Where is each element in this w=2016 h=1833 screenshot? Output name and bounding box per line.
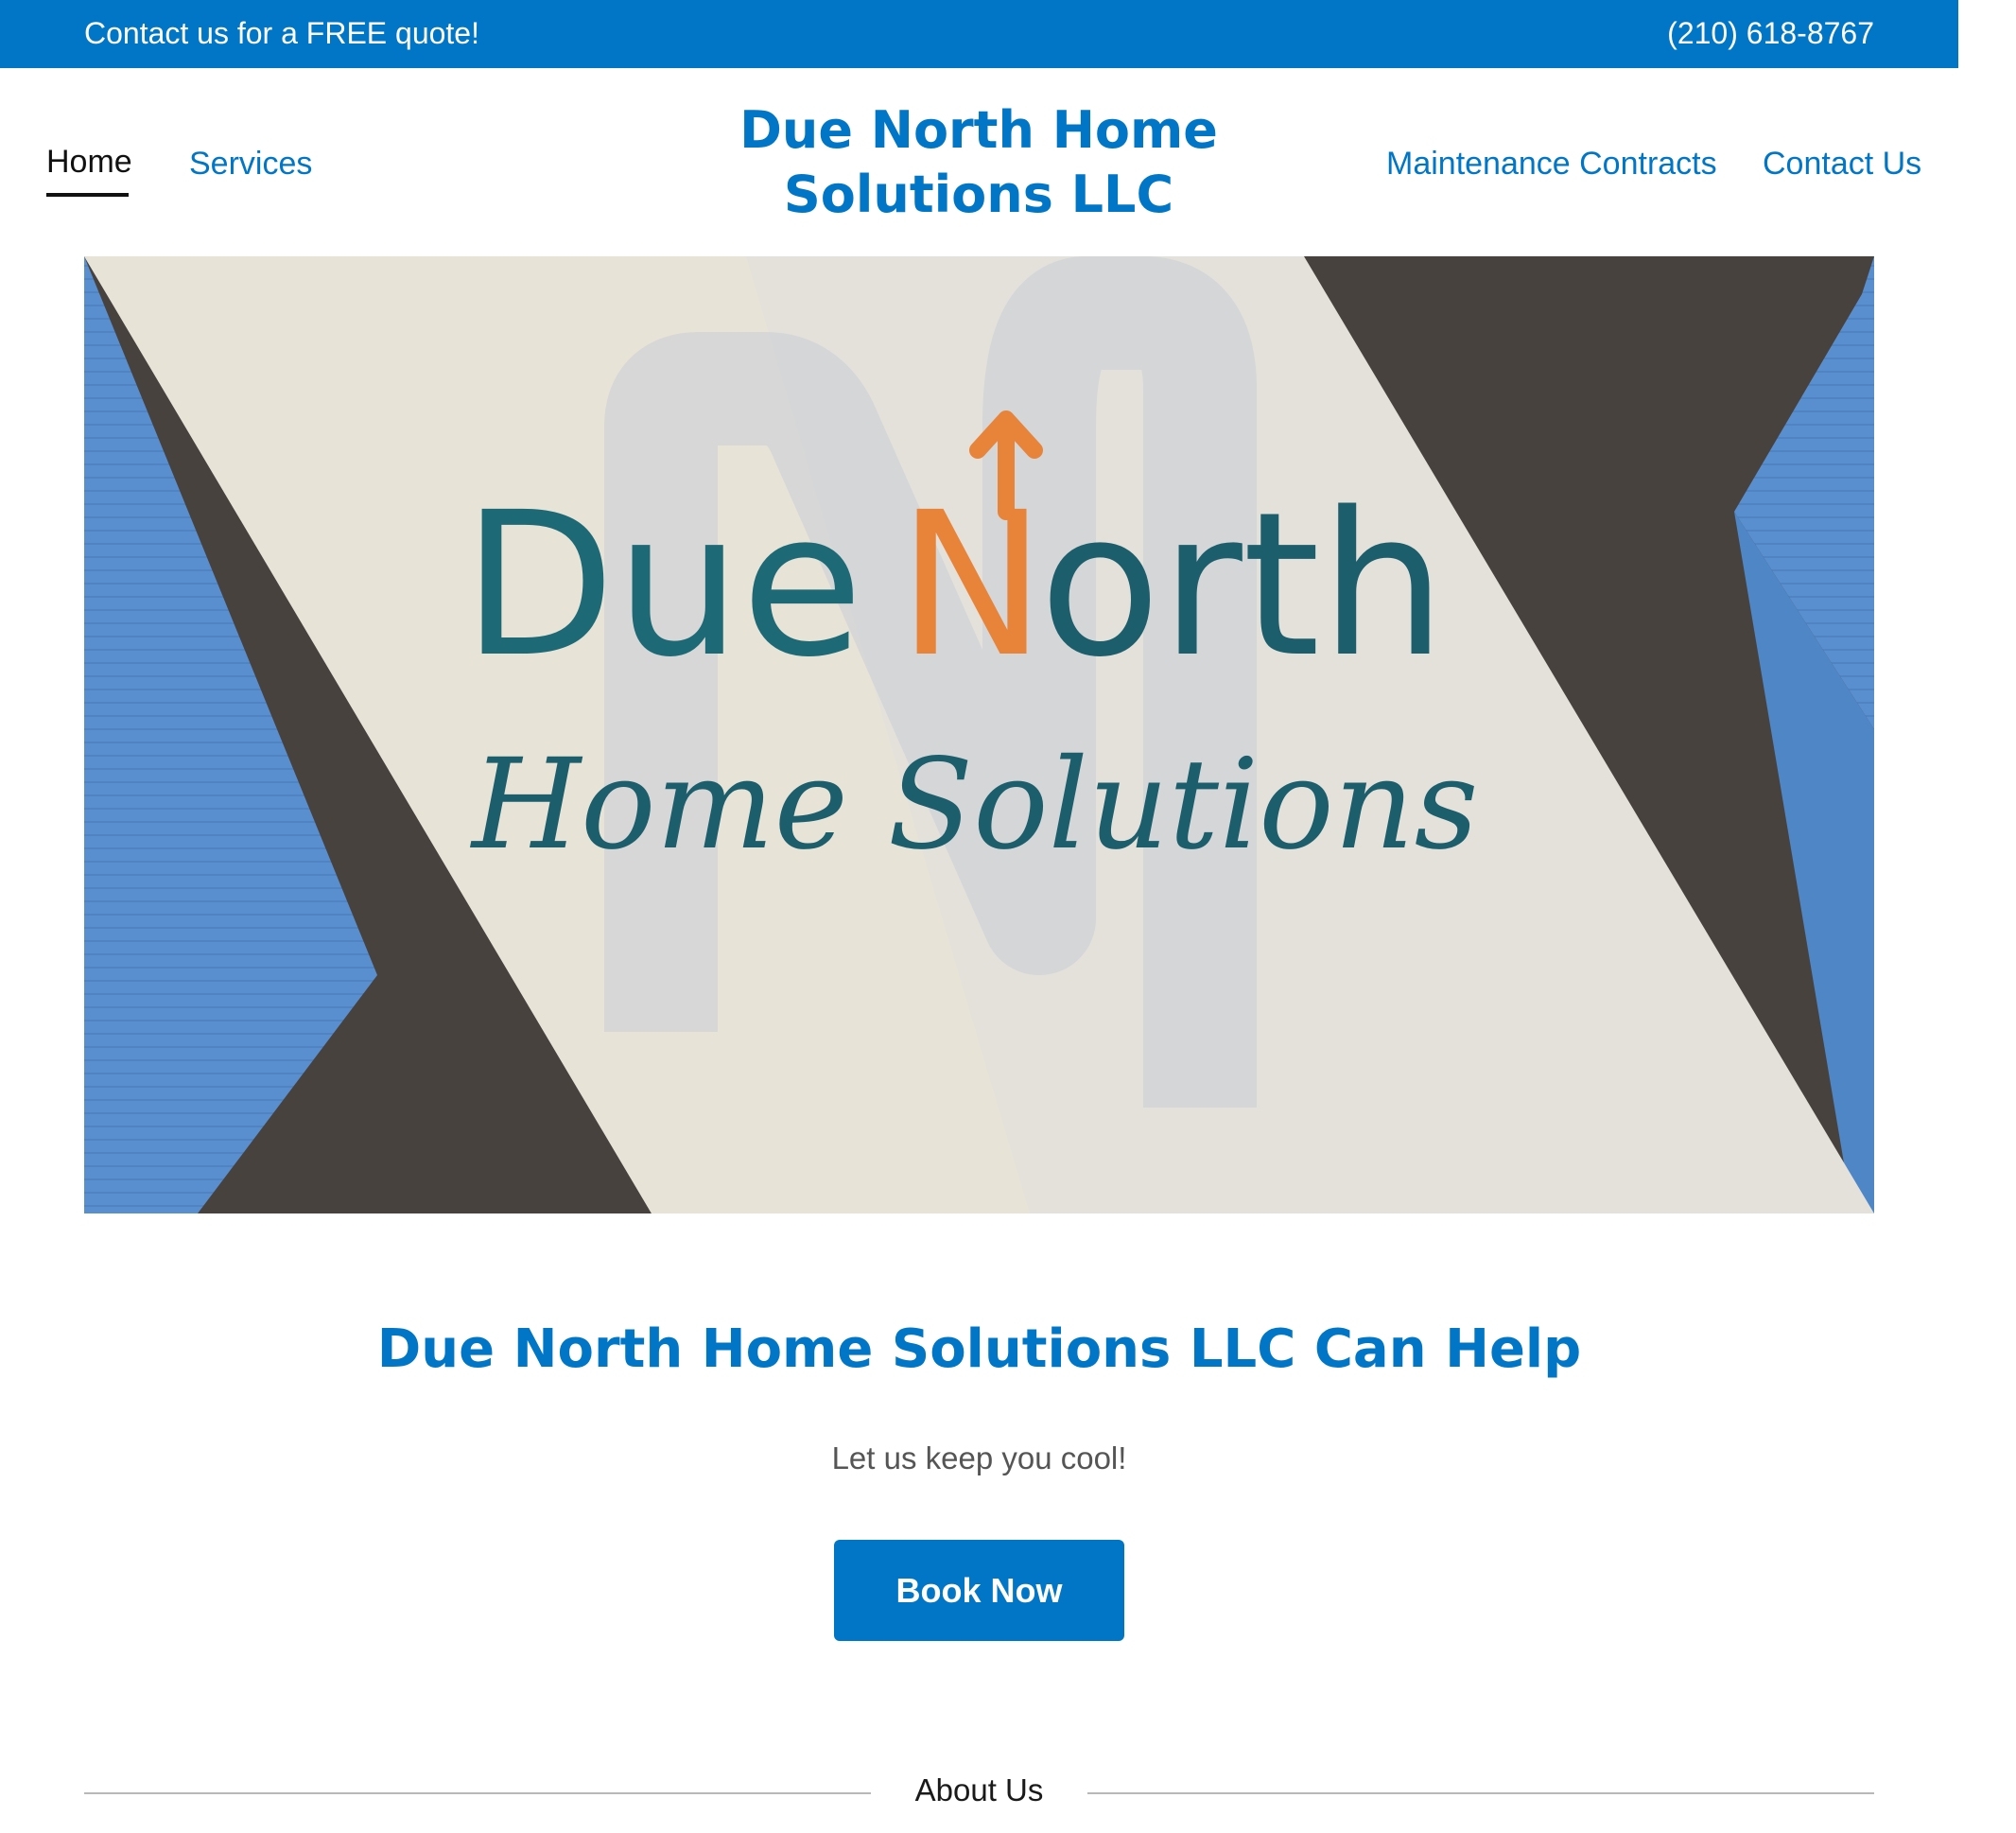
hero-logo-due: Due	[462, 469, 863, 701]
phone-number[interactable]: (210) 618-8767	[1667, 16, 1874, 51]
about-divider-right	[1087, 1792, 1874, 1794]
hero-logo-orth: orth	[1039, 469, 1446, 701]
hero-logo-n: N	[897, 469, 1046, 701]
hero-logo-image: Due N orth Home Solutions	[84, 256, 1874, 1213]
top-contact-bar: Contact us for a FREE quote! (210) 618-8…	[0, 0, 1958, 68]
site-title-line2: Solutions LLC	[783, 165, 1174, 224]
book-now-button[interactable]: Book Now	[834, 1540, 1124, 1641]
free-quote-text: Contact us for a FREE quote!	[84, 16, 479, 50]
hero-logo-subtitle: Home Solutions	[470, 732, 1478, 878]
nav-services[interactable]: Services	[189, 146, 312, 183]
nav-contact-us[interactable]: Contact Us	[1763, 146, 1921, 183]
nav-active-underline	[46, 193, 129, 197]
site-title-line1: Due North Home	[739, 100, 1218, 160]
nav-home[interactable]: Home	[46, 144, 132, 181]
tagline: Let us keep you cool!	[831, 1440, 1127, 1475]
hero-logo-graphic: Due N orth Home Solutions	[84, 256, 1874, 1213]
site-title[interactable]: Due North Home Solutions LLC	[695, 98, 1262, 227]
section-heading: Due North Home Solutions LLC Can Help	[376, 1318, 1582, 1380]
about-us-heading: About Us	[914, 1772, 1044, 1807]
nav-maintenance-contracts[interactable]: Maintenance Contracts	[1386, 146, 1717, 183]
